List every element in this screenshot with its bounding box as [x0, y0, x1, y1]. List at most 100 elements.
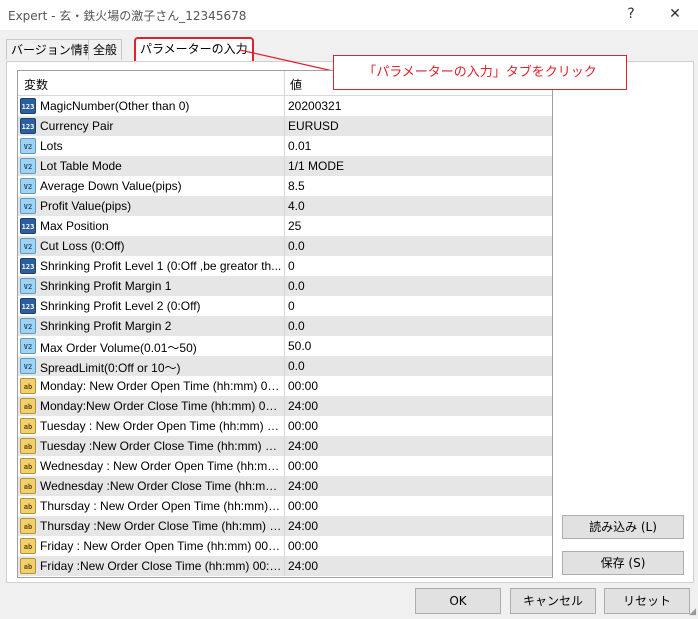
parameter-value[interactable]: 24:00: [288, 519, 548, 533]
parameter-name: Wednesday : New Order Open Time (hh:mm..…: [40, 459, 282, 473]
table-row[interactable]: ab Wednesday :New Order Close Time (hh:mm…: [18, 476, 552, 496]
parameter-name: Monday:New Order Close Time (hh:mm) 00:.…: [40, 399, 282, 413]
parameter-name: Max Order Volume(0.01〜50): [40, 341, 197, 355]
dbl-type-icon: V2: [20, 358, 36, 374]
table-row[interactable]: 123 Shrinking Profit Level 1 (0:Off ,be g…: [18, 256, 552, 276]
int-type-icon: 123: [20, 98, 36, 114]
dbl-type-icon: V2: [20, 178, 36, 194]
parameter-name: Currency Pair: [40, 119, 114, 133]
parameter-name: Average Down Value(pips): [40, 179, 182, 193]
parameter-value[interactable]: 25: [288, 219, 548, 233]
table-row[interactable]: 123 Shrinking Profit Level 2 (0:Off) 0: [18, 296, 552, 316]
table-row[interactable]: ab Friday : New Order Open Time (hh:mm) 0…: [18, 536, 552, 556]
parameter-name: Lot Table Mode: [40, 159, 122, 173]
parameter-name: Friday : New Order Open Time (hh:mm) 00:…: [40, 539, 282, 553]
parameter-value[interactable]: 00:00: [288, 459, 548, 473]
table-row[interactable]: ab Monday:New Order Close Time (hh:mm) 00…: [18, 396, 552, 416]
instruction-callout: 「パラメーターの入力」タブをクリック: [333, 55, 627, 90]
parameter-name: Shrinking Profit Level 1 (0:Off ,be grea…: [40, 259, 282, 273]
parameter-value[interactable]: 1/1 MODE: [288, 159, 548, 173]
parameter-value[interactable]: EURUSD: [288, 119, 548, 133]
str-type-icon: ab: [20, 398, 36, 414]
parameter-value[interactable]: 50.0: [288, 339, 548, 353]
table-row[interactable]: V2 Lot Table Mode 1/1 MODE: [18, 156, 552, 176]
parameter-name: Lots: [40, 139, 63, 153]
table-row[interactable]: V2 Shrinking Profit Margin 2 0.0: [18, 316, 552, 336]
str-type-icon: ab: [20, 558, 36, 574]
table-row[interactable]: V2 Shrinking Profit Margin 1 0.0: [18, 276, 552, 296]
ok-button[interactable]: OK: [415, 588, 501, 614]
parameter-value[interactable]: 00:00: [288, 379, 548, 393]
table-row[interactable]: V2 SpreadLimit(0:Off or 10〜) 0.0: [18, 356, 552, 376]
dbl-type-icon: V2: [20, 138, 36, 154]
table-row[interactable]: ab Thursday :New Order Close Time (hh:mm)…: [18, 516, 552, 536]
save-button[interactable]: 保存 (S): [562, 551, 684, 575]
parameter-name: Shrinking Profit Margin 2: [40, 319, 172, 333]
column-header-value[interactable]: 値: [290, 76, 302, 93]
parameter-value[interactable]: 24:00: [288, 479, 548, 493]
str-type-icon: ab: [20, 498, 36, 514]
table-row[interactable]: ab Monday: New Order Open Time (hh:mm) 00…: [18, 376, 552, 396]
parameter-name: Wednesday :New Order Close Time (hh:mm).…: [40, 479, 282, 493]
str-type-icon: ab: [20, 378, 36, 394]
parameter-name: Shrinking Profit Margin 1: [40, 279, 172, 293]
table-row[interactable]: V2 Max Order Volume(0.01〜50) 50.0: [18, 336, 552, 356]
str-type-icon: ab: [20, 438, 36, 454]
str-type-icon: ab: [20, 538, 36, 554]
parameter-name: SpreadLimit(0:Off or 10〜): [40, 361, 181, 375]
parameter-value[interactable]: 24:00: [288, 399, 548, 413]
table-row[interactable]: V2 Average Down Value(pips) 8.5: [18, 176, 552, 196]
dbl-type-icon: V2: [20, 158, 36, 174]
parameter-value[interactable]: 24:00: [288, 559, 548, 573]
parameter-name: Thursday :New Order Close Time (hh:mm) 0…: [40, 519, 282, 533]
table-row[interactable]: ab Friday :New Order Close Time (hh:mm) 0…: [18, 556, 552, 576]
parameter-value[interactable]: 0.0: [288, 239, 548, 253]
parameter-name: Friday :New Order Close Time (hh:mm) 00:…: [40, 559, 282, 573]
parameter-value[interactable]: 0.0: [288, 319, 548, 333]
table-row[interactable]: ab Wednesday : New Order Open Time (hh:mm…: [18, 456, 552, 476]
table-row[interactable]: ab Tuesday : New Order Open Time (hh:mm) …: [18, 416, 552, 436]
column-header-variable[interactable]: 変数: [24, 76, 48, 93]
parameter-name: Tuesday :New Order Close Time (hh:mm) 00…: [40, 439, 282, 453]
parameter-value[interactable]: 0.0: [288, 279, 548, 293]
parameter-name: Profit Value(pips): [40, 199, 132, 213]
parameter-value[interactable]: 4.0: [288, 199, 548, 213]
parameter-name: Tuesday : New Order Open Time (hh:mm) 00…: [40, 419, 282, 433]
reset-button[interactable]: リセット: [604, 588, 690, 614]
grid-rows: 123 MagicNumber(Other than 0) 20200321 123 C…: [18, 96, 552, 576]
dbl-type-icon: V2: [20, 238, 36, 254]
table-row[interactable]: ab Tuesday :New Order Close Time (hh:mm) …: [18, 436, 552, 456]
parameter-value[interactable]: 00:00: [288, 539, 548, 553]
parameter-grid: 変数 値 123 MagicNumber(Other than 0) 2020032…: [17, 70, 553, 578]
table-row[interactable]: 123 Currency Pair EURUSD: [18, 116, 552, 136]
dbl-type-icon: V2: [20, 278, 36, 294]
table-row[interactable]: V2 Lots 0.01: [18, 136, 552, 156]
dbl-type-icon: V2: [20, 318, 36, 334]
str-type-icon: ab: [20, 458, 36, 474]
parameter-value[interactable]: 0: [288, 259, 548, 273]
parameter-value[interactable]: 0.0: [288, 359, 548, 373]
table-row[interactable]: V2 Profit Value(pips) 4.0: [18, 196, 552, 216]
parameter-value[interactable]: 8.5: [288, 179, 548, 193]
parameter-value[interactable]: 20200321: [288, 99, 548, 113]
table-row[interactable]: 123 MagicNumber(Other than 0) 20200321: [18, 96, 552, 116]
int-type-icon: 123: [20, 258, 36, 274]
parameter-value[interactable]: 00:00: [288, 499, 548, 513]
dbl-type-icon: V2: [20, 338, 36, 354]
table-row[interactable]: V2 Cut Loss (0:Off) 0.0: [18, 236, 552, 256]
int-type-icon: 123: [20, 298, 36, 314]
parameter-name: Cut Loss (0:Off): [40, 239, 125, 253]
parameter-name: Max Position: [40, 219, 109, 233]
parameter-value[interactable]: 0: [288, 299, 548, 313]
parameter-value[interactable]: 24:00: [288, 439, 548, 453]
cancel-button[interactable]: キャンセル: [510, 588, 596, 614]
int-type-icon: 123: [20, 218, 36, 234]
parameter-value[interactable]: 0.01: [288, 139, 548, 153]
table-row[interactable]: 123 Max Position 25: [18, 216, 552, 236]
parameter-value[interactable]: 00:00: [288, 419, 548, 433]
resize-grip-icon[interactable]: ◢: [689, 607, 696, 617]
load-button[interactable]: 読み込み (L): [562, 515, 684, 539]
str-type-icon: ab: [20, 418, 36, 434]
table-row[interactable]: ab Thursday : New Order Open Time (hh:mm)…: [18, 496, 552, 516]
dbl-type-icon: V2: [20, 198, 36, 214]
